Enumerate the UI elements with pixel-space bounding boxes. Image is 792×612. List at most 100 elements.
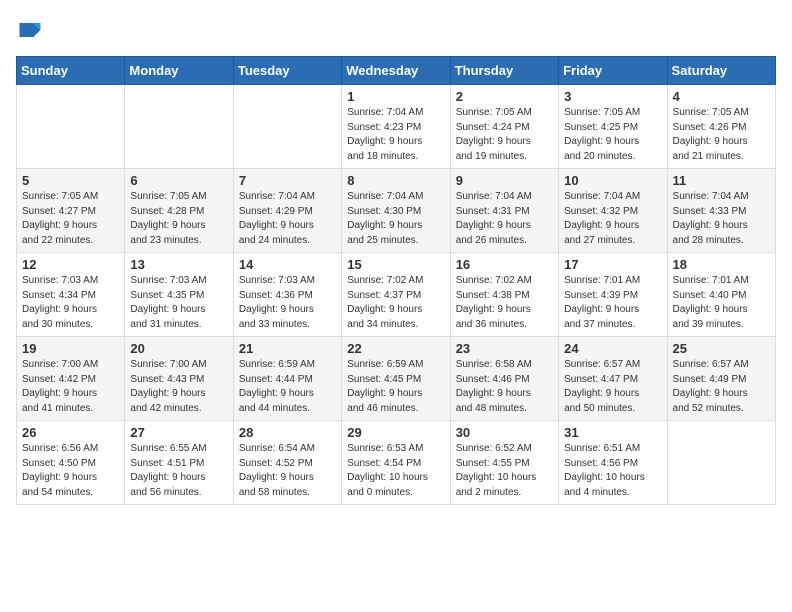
day-info: Sunrise: 7:04 AM Sunset: 4:23 PM Dayligh… — [347, 106, 444, 164]
day-info: Sunrise: 6:59 AM Sunset: 4:44 PM Dayligh… — [239, 358, 336, 416]
day-number: 1 — [347, 89, 444, 104]
calendar-cell: 18 Sunrise: 7:01 AM Sunset: 4:40 PM Dayli… — [667, 253, 775, 337]
day-number: 12 — [22, 257, 119, 272]
calendar-cell: 22Sunrise: 6:59 AM Sunset: 4:45 PM Dayli… — [342, 337, 450, 421]
calendar-cell: 27 Sunrise: 6:55 AM Sunset: 4:51 PM Dayli… — [125, 421, 233, 505]
day-number: 10 — [564, 173, 661, 188]
calendar-cell: 7 Sunrise: 7:04 AM Sunset: 4:29 PM Daylig… — [233, 169, 341, 253]
page-header — [16, 16, 776, 44]
calendar-cell: 21 Sunrise: 6:59 AM Sunset: 4:44 PM Dayli… — [233, 337, 341, 421]
calendar-week-row: 26 Sunrise: 6:56 AM Sunset: 4:50 PM Dayli… — [17, 421, 776, 505]
calendar-cell: 9 Sunrise: 7:04 AM Sunset: 4:31 PM Daylig… — [450, 169, 558, 253]
day-number: 8 — [347, 173, 444, 188]
day-number: 27 — [130, 425, 227, 440]
calendar-cell: 28Sunrise: 6:54 AM Sunset: 4:52 PM Dayli… — [233, 421, 341, 505]
calendar-cell: 5 Sunrise: 7:05 AM Sunset: 4:27 PM Daylig… — [17, 169, 125, 253]
day-number: 6 — [130, 173, 227, 188]
calendar-cell: 10Sunrise: 7:04 AM Sunset: 4:32 PM Dayli… — [559, 169, 667, 253]
day-number: 4 — [673, 89, 770, 104]
day-number: 17 — [564, 257, 661, 272]
weekday-header: Sunday — [17, 57, 125, 85]
calendar-cell: 15Sunrise: 7:02 AM Sunset: 4:37 PM Dayli… — [342, 253, 450, 337]
day-number: 16 — [456, 257, 553, 272]
day-number: 3 — [564, 89, 661, 104]
day-info: Sunrise: 6:57 AM Sunset: 4:49 PM Dayligh… — [673, 358, 770, 416]
calendar-cell — [125, 85, 233, 169]
day-number: 18 — [673, 257, 770, 272]
day-number: 23 — [456, 341, 553, 356]
day-number: 7 — [239, 173, 336, 188]
calendar-cell: 29Sunrise: 6:53 AM Sunset: 4:54 PM Dayli… — [342, 421, 450, 505]
day-info: Sunrise: 7:03 AM Sunset: 4:35 PM Dayligh… — [130, 274, 227, 332]
day-info: Sunrise: 7:00 AM Sunset: 4:43 PM Dayligh… — [130, 358, 227, 416]
day-number: 5 — [22, 173, 119, 188]
weekday-header: Friday — [559, 57, 667, 85]
day-info: Sunrise: 7:05 AM Sunset: 4:28 PM Dayligh… — [130, 190, 227, 248]
calendar-cell: 24 Sunrise: 6:57 AM Sunset: 4:47 PM Dayli… — [559, 337, 667, 421]
day-info: Sunrise: 7:01 AM Sunset: 4:40 PM Dayligh… — [673, 274, 770, 332]
day-number: 9 — [456, 173, 553, 188]
day-number: 14 — [239, 257, 336, 272]
calendar-cell: 11 Sunrise: 7:04 AM Sunset: 4:33 PM Dayli… — [667, 169, 775, 253]
calendar-cell: 3 Sunrise: 7:05 AM Sunset: 4:25 PM Daylig… — [559, 85, 667, 169]
day-number: 19 — [22, 341, 119, 356]
day-number: 11 — [673, 173, 770, 188]
day-number: 20 — [130, 341, 227, 356]
day-number: 30 — [456, 425, 553, 440]
weekday-header-row: SundayMondayTuesdayWednesdayThursdayFrid… — [17, 57, 776, 85]
day-number: 28 — [239, 425, 336, 440]
calendar-cell: 23 Sunrise: 6:58 AM Sunset: 4:46 PM Dayli… — [450, 337, 558, 421]
calendar-week-row: 19 Sunrise: 7:00 AM Sunset: 4:42 PM Dayli… — [17, 337, 776, 421]
calendar-cell: 13Sunrise: 7:03 AM Sunset: 4:35 PM Dayli… — [125, 253, 233, 337]
day-info: Sunrise: 7:04 AM Sunset: 4:33 PM Dayligh… — [673, 190, 770, 248]
logo-icon — [16, 16, 44, 44]
day-number: 26 — [22, 425, 119, 440]
calendar-cell: 16 Sunrise: 7:02 AM Sunset: 4:38 PM Dayli… — [450, 253, 558, 337]
day-number: 24 — [564, 341, 661, 356]
day-info: Sunrise: 6:58 AM Sunset: 4:46 PM Dayligh… — [456, 358, 553, 416]
day-info: Sunrise: 6:56 AM Sunset: 4:50 PM Dayligh… — [22, 442, 119, 500]
day-info: Sunrise: 7:01 AM Sunset: 4:39 PM Dayligh… — [564, 274, 661, 332]
day-number: 25 — [673, 341, 770, 356]
day-info: Sunrise: 6:51 AM Sunset: 4:56 PM Dayligh… — [564, 442, 661, 500]
day-info: Sunrise: 6:55 AM Sunset: 4:51 PM Dayligh… — [130, 442, 227, 500]
calendar-cell: 19 Sunrise: 7:00 AM Sunset: 4:42 PM Dayli… — [17, 337, 125, 421]
weekday-header: Saturday — [667, 57, 775, 85]
day-info: Sunrise: 6:59 AM Sunset: 4:45 PM Dayligh… — [347, 358, 444, 416]
calendar-week-row: 5 Sunrise: 7:05 AM Sunset: 4:27 PM Daylig… — [17, 169, 776, 253]
logo — [16, 16, 48, 44]
calendar-week-row: 1 Sunrise: 7:04 AM Sunset: 4:23 PM Daylig… — [17, 85, 776, 169]
day-number: 21 — [239, 341, 336, 356]
day-info: Sunrise: 7:04 AM Sunset: 4:29 PM Dayligh… — [239, 190, 336, 248]
calendar-cell: 1 Sunrise: 7:04 AM Sunset: 4:23 PM Daylig… — [342, 85, 450, 169]
calendar-cell: 17 Sunrise: 7:01 AM Sunset: 4:39 PM Dayli… — [559, 253, 667, 337]
day-number: 15 — [347, 257, 444, 272]
calendar-week-row: 12 Sunrise: 7:03 AM Sunset: 4:34 PM Dayli… — [17, 253, 776, 337]
calendar-table: SundayMondayTuesdayWednesdayThursdayFrid… — [16, 56, 776, 505]
day-info: Sunrise: 7:05 AM Sunset: 4:26 PM Dayligh… — [673, 106, 770, 164]
calendar-cell: 20 Sunrise: 7:00 AM Sunset: 4:43 PM Dayli… — [125, 337, 233, 421]
weekday-header: Monday — [125, 57, 233, 85]
calendar-cell — [17, 85, 125, 169]
calendar-cell: 14 Sunrise: 7:03 AM Sunset: 4:36 PM Dayli… — [233, 253, 341, 337]
weekday-header: Thursday — [450, 57, 558, 85]
weekday-header: Wednesday — [342, 57, 450, 85]
calendar-cell: 12 Sunrise: 7:03 AM Sunset: 4:34 PM Dayli… — [17, 253, 125, 337]
day-info: Sunrise: 7:05 AM Sunset: 4:27 PM Dayligh… — [22, 190, 119, 248]
day-number: 31 — [564, 425, 661, 440]
calendar-cell: 6 Sunrise: 7:05 AM Sunset: 4:28 PM Daylig… — [125, 169, 233, 253]
day-info: Sunrise: 7:05 AM Sunset: 4:25 PM Dayligh… — [564, 106, 661, 164]
day-info: Sunrise: 6:57 AM Sunset: 4:47 PM Dayligh… — [564, 358, 661, 416]
calendar-cell: 8 Sunrise: 7:04 AM Sunset: 4:30 PM Daylig… — [342, 169, 450, 253]
day-info: Sunrise: 7:00 AM Sunset: 4:42 PM Dayligh… — [22, 358, 119, 416]
calendar-cell: 30 Sunrise: 6:52 AM Sunset: 4:55 PM Dayli… — [450, 421, 558, 505]
day-info: Sunrise: 7:02 AM Sunset: 4:38 PM Dayligh… — [456, 274, 553, 332]
day-info: Sunrise: 7:03 AM Sunset: 4:34 PM Dayligh… — [22, 274, 119, 332]
calendar-cell: 4 Sunrise: 7:05 AM Sunset: 4:26 PM Daylig… — [667, 85, 775, 169]
day-info: Sunrise: 7:03 AM Sunset: 4:36 PM Dayligh… — [239, 274, 336, 332]
day-info: Sunrise: 6:53 AM Sunset: 4:54 PM Dayligh… — [347, 442, 444, 500]
day-info: Sunrise: 7:04 AM Sunset: 4:30 PM Dayligh… — [347, 190, 444, 248]
calendar-cell — [667, 421, 775, 505]
day-info: Sunrise: 6:52 AM Sunset: 4:55 PM Dayligh… — [456, 442, 553, 500]
day-info: Sunrise: 7:04 AM Sunset: 4:31 PM Dayligh… — [456, 190, 553, 248]
